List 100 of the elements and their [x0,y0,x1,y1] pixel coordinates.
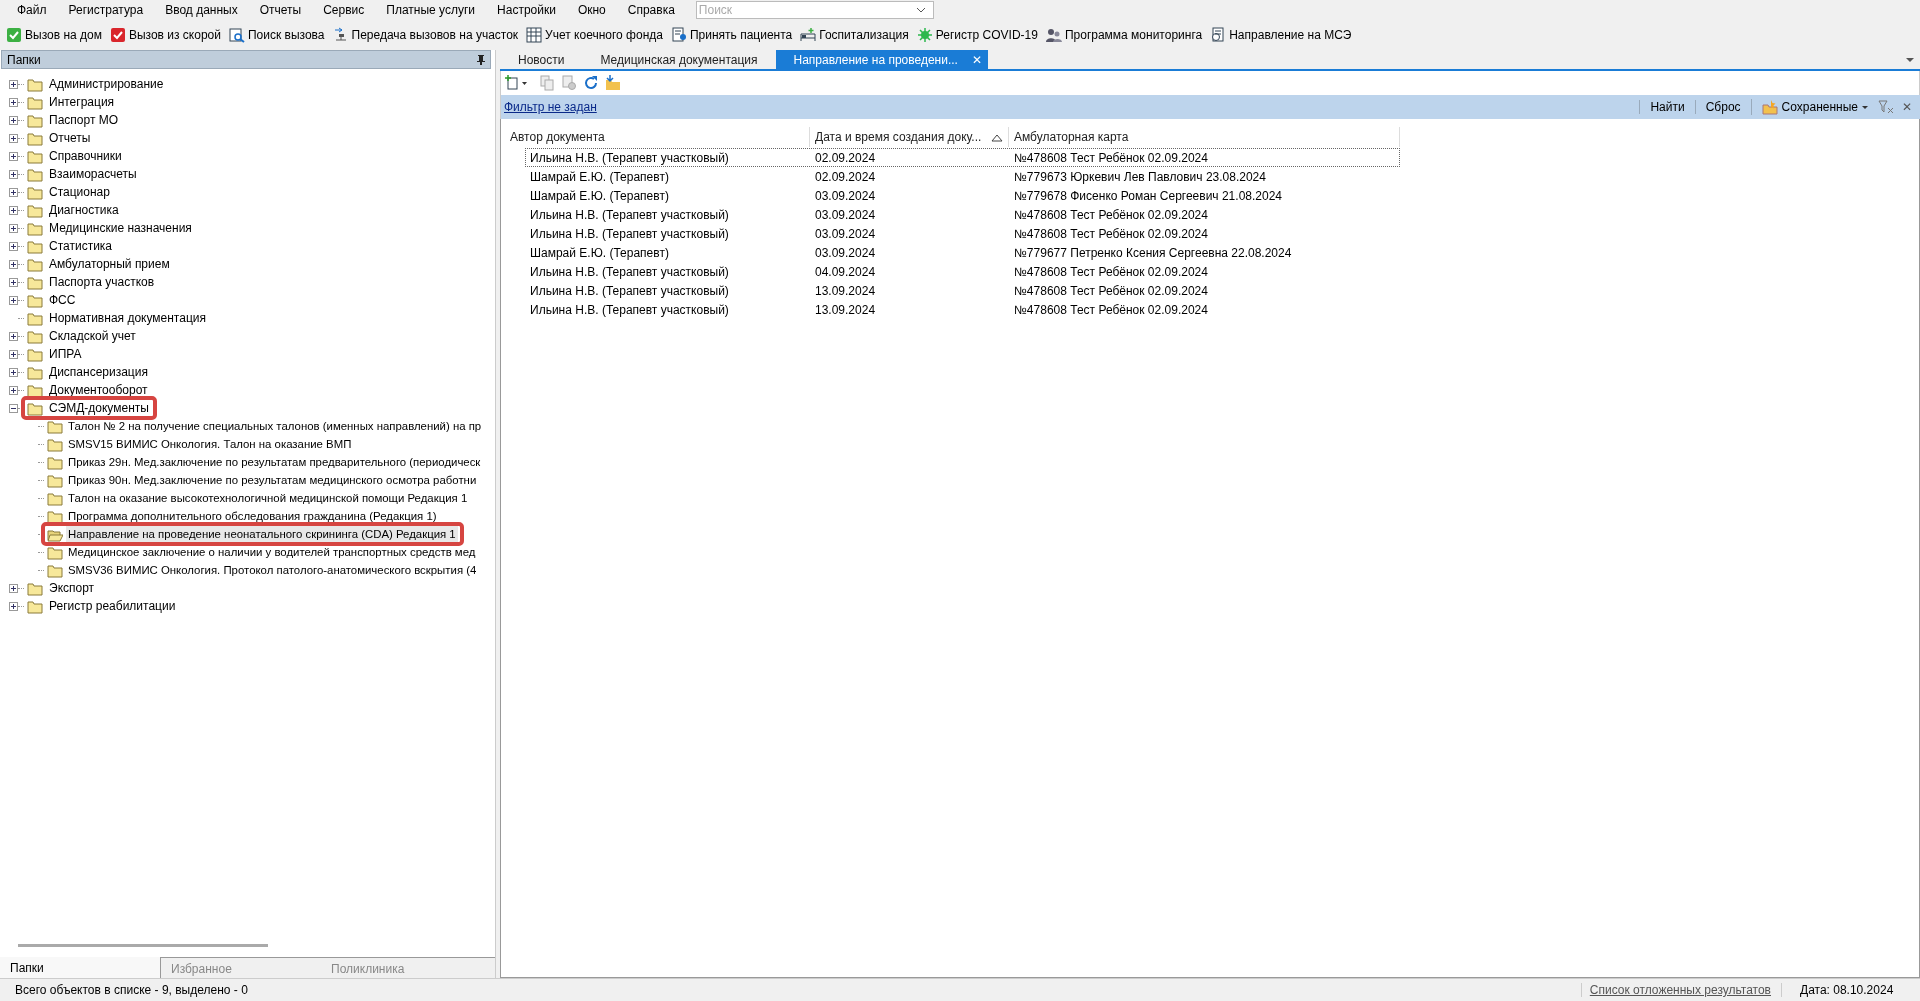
toolbar-button[interactable]: Направление на МСЭ [1206,24,1356,46]
tree-item[interactable]: Нормативная документация [47,310,208,326]
menu-item[interactable]: Регистратура [57,1,155,19]
close-icon[interactable]: ✕ [971,52,982,67]
expand-icon[interactable] [9,97,18,107]
expand-icon[interactable] [9,187,18,197]
tree-item[interactable]: Приказ 90н. Мед.заключение по результатам медицинского осмотра работни [66,472,479,488]
tree-item[interactable]: Справочники [47,148,124,164]
menu-item[interactable]: Ввод данных [154,1,249,19]
scrollbar[interactable] [18,944,268,947]
tree-item[interactable]: SMSV15 ВИМИС Онкология. Талон на оказание ВМП [66,436,354,452]
tree-item[interactable]: Амбулаторный прием [47,256,172,272]
tree-item[interactable]: СЭМД-документы [47,400,151,416]
folder-icon [27,310,43,326]
tree-item[interactable]: Отчеты [47,130,93,146]
tree-item[interactable]: Талон № 2 на получение специальных талонов (именных направлений) на пр [66,418,484,434]
toolbar-button[interactable]: Передача вызовов на участок [328,24,523,46]
toolbar-button[interactable]: Вызов из скорой [105,24,225,46]
tree-item[interactable]: Направление на проведение неонатального скрининга (CDA) Редакция 1 [66,526,458,542]
tree-item[interactable]: Паспорт МО [47,112,121,128]
refresh-icon[interactable] [583,75,599,91]
close-icon[interactable]: ✕ [1902,100,1912,114]
search-field[interactable]: Поиск [695,1,934,19]
tree-item[interactable]: ФСС [47,292,78,308]
menu-item[interactable]: Настройки [486,1,567,19]
table-cell-text: №478608 Тест Ребёнок 02.09.2024 [1013,150,1209,165]
table-row[interactable]: Ильина Н.В. (Терапевт участковый) 02.09.2024 №478608 Тест Ребёнок 02.09.2024 [525,148,1400,167]
filter-button[interactable]: Найти [1639,100,1695,114]
panel-tab[interactable]: Папки [0,957,161,978]
filter-button[interactable]: Сброс [1694,100,1751,114]
toolbar-button[interactable]: Учет коечного фонда [522,24,667,46]
menu-item[interactable]: Отчеты [248,1,313,19]
deferred-results-link[interactable]: Список отложенных результатов [1580,983,1782,997]
table-cell-text: №478608 Тест Ребёнок 02.09.2024 [1013,264,1209,279]
expand-icon[interactable] [9,79,18,89]
expand-icon[interactable] [9,169,18,179]
expand-icon[interactable] [9,115,18,125]
tree-item[interactable]: Диспансеризация [47,364,150,380]
expand-icon[interactable] [9,601,18,611]
toolbar-button[interactable]: Регистр COVID-19 [912,24,1042,46]
filter-link[interactable]: Фильтр не задан [504,100,597,114]
filter-button[interactable]: Сохраненные [1750,99,1878,115]
toolbar-button[interactable]: Поиск вызова [225,24,329,46]
tree-item[interactable]: Диагностика [47,202,121,218]
expand-icon[interactable] [9,295,18,305]
tree-item[interactable]: ИПРА [47,346,84,362]
column-header[interactable]: Автор документа [505,127,810,147]
collapse-icon[interactable] [9,403,18,413]
tree-item[interactable]: Интеграция [47,94,117,110]
table-cell-text: 13.09.2024 [814,302,877,317]
expand-icon[interactable] [9,349,18,359]
expand-icon[interactable] [9,241,18,251]
tree-item[interactable]: Регистр реабилитации [47,598,178,614]
expand-icon[interactable] [9,133,18,143]
tree-item[interactable]: SMSV36 ВИМИС Онкология. Протокол патолого-анатомического вскрытия (4 [66,562,479,578]
expand-icon[interactable] [9,331,18,341]
filter-clear-icon[interactable] [1878,99,1894,115]
tree-item[interactable]: Стационар [47,184,112,200]
caret-icon[interactable] [522,81,527,85]
tree-item[interactable]: Программа дополнительного обследования гражданина (Редакция 1) [66,508,439,524]
toolbar-button[interactable]: Вызов на дом [2,24,106,46]
document-tab[interactable]: Медицинская документация [582,50,776,69]
document-tab[interactable]: Новости [500,50,583,69]
expand-icon[interactable] [9,223,18,233]
new-document-icon[interactable] [505,75,521,91]
expand-icon[interactable] [9,151,18,161]
tree-item[interactable]: Медицинское заключение о наличии у водителей транспортных средств мед [66,544,478,560]
table-cell-text: 02.09.2024 [814,150,877,165]
tree-item[interactable]: Документооборот [47,382,150,398]
expand-icon[interactable] [9,583,18,593]
expand-icon[interactable] [9,277,18,287]
menu-item[interactable]: Справка [616,1,686,19]
menu-item[interactable]: Платные услуги [375,1,487,19]
expand-icon[interactable] [9,367,18,377]
tree-item[interactable]: Взаиморасчеты [47,166,139,182]
tree-item[interactable]: Медицинские назначения [47,220,194,236]
menu-item[interactable]: Окно [566,1,617,19]
toolbar-button[interactable]: Госпитализация [796,24,913,46]
menu-item[interactable]: Сервис [312,1,376,19]
tree-item[interactable]: Экспорт [47,580,97,596]
column-header[interactable]: Дата и время создания доку... [810,127,1009,147]
toolbar-button[interactable]: Принять пациента [666,24,797,46]
pin-icon[interactable] [477,54,485,65]
folder-icon [27,400,43,416]
menu-item[interactable]: Файл [6,1,58,19]
document-tab[interactable]: Направление на проведени... ✕ [775,50,988,69]
expand-icon[interactable] [9,259,18,269]
tree-item[interactable]: Статистика [47,238,115,254]
tree-item[interactable]: Приказ 29н. Мед.заключение по результатам предварительного (периодическ [66,454,483,470]
tree-item[interactable]: Складской учет [47,328,138,344]
people-icon [1045,27,1062,43]
toolbar-button[interactable]: Программа мониторинга [1041,24,1207,46]
folder-icon[interactable] [605,75,621,91]
tree-item[interactable]: Талон на оказание высокотехнологичной медицинской помощи Редакция 1 [66,490,470,506]
folder-icon [47,490,63,506]
column-header[interactable]: Амбулаторная карта [1009,127,1400,147]
expand-icon[interactable] [9,385,18,395]
tree-item[interactable]: Паспорта участков [47,274,157,290]
expand-icon[interactable] [9,205,18,215]
tree-item[interactable]: Администрирование [47,76,166,92]
